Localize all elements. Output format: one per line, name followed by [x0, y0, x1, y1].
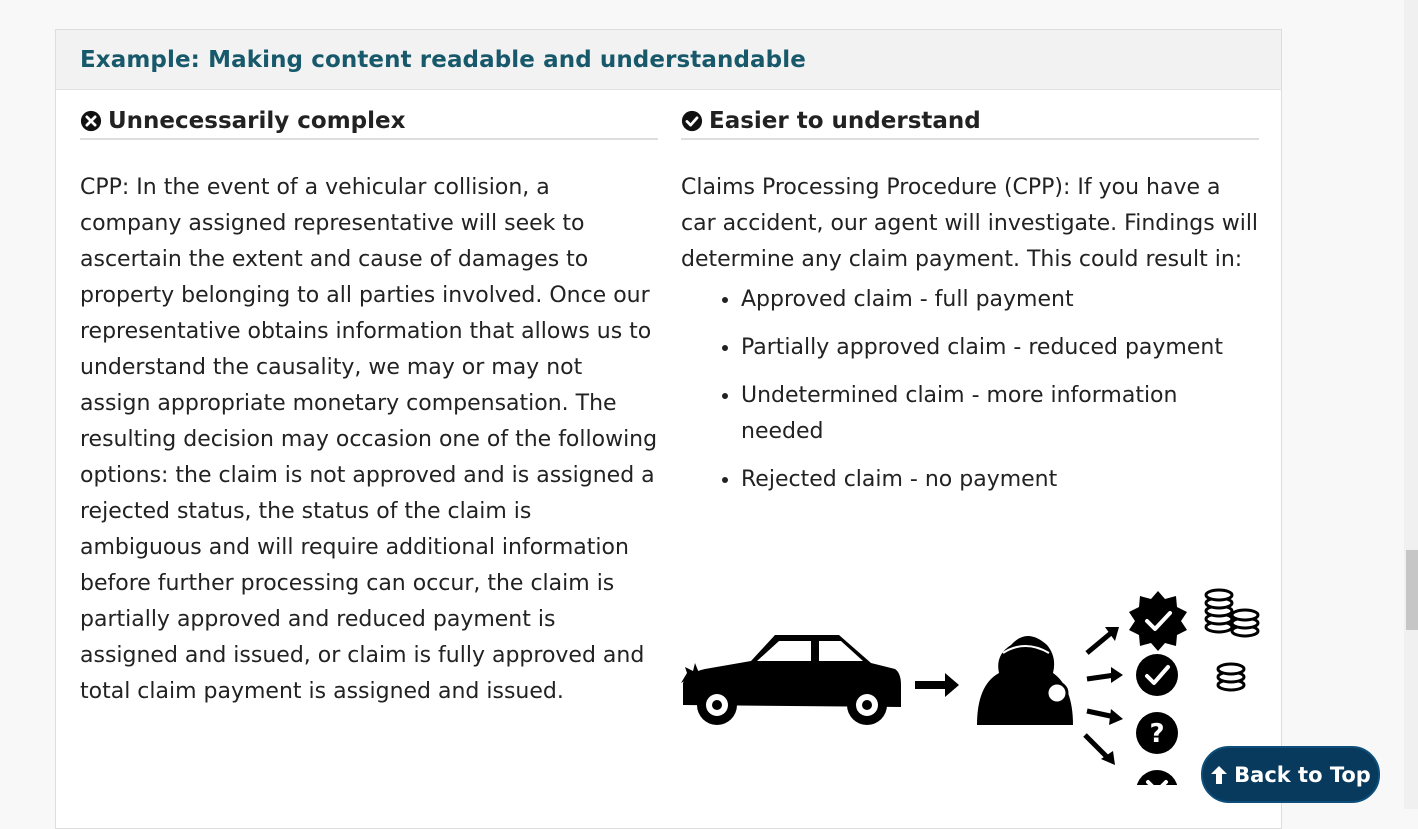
branch-arrows — [1083, 627, 1123, 765]
check-circle-icon — [681, 110, 703, 132]
example-panel: Example: Making content readable and und… — [55, 29, 1282, 829]
back-to-top-button[interactable]: Back to Top — [1201, 746, 1380, 803]
arrow-up-icon — [1211, 765, 1228, 784]
easier-paragraph: Claims Processing Procedure (CPP): If yo… — [681, 175, 1259, 272]
complex-title: Unnecessarily complex — [108, 108, 406, 134]
list-item: Undetermined claim - more information ne… — [741, 378, 1259, 450]
complex-paragraph: CPP: In the event of a vehicular collisi… — [80, 175, 658, 704]
coins-stack-icon — [1204, 588, 1260, 692]
list-item: Rejected claim - no payment — [741, 462, 1259, 498]
complex-heading: Unnecessarily complex — [80, 106, 658, 140]
list-item: Approved claim - full payment — [741, 282, 1259, 318]
back-to-top-label: Back to Top — [1234, 762, 1371, 787]
x-circle-icon — [80, 110, 102, 132]
scrollbar-track[interactable] — [1404, 0, 1418, 809]
car-icon — [681, 635, 901, 725]
check-circle-icon — [1136, 654, 1178, 696]
question-circle-icon: ? — [1136, 712, 1178, 754]
x-circle-icon — [1136, 770, 1178, 785]
list-item: Partially approved claim - reduced payme… — [741, 330, 1259, 366]
arrow-right-icon — [915, 673, 959, 697]
svg-text:?: ? — [1149, 719, 1164, 749]
scrollbar-thumb[interactable] — [1406, 550, 1418, 630]
claims-process-illustration: ? — [681, 588, 1260, 785]
easier-column: Easier to understand Claims Processing P… — [681, 106, 1259, 510]
panel-header: Example: Making content readable and und… — [56, 30, 1281, 90]
easier-heading: Easier to understand — [681, 106, 1259, 140]
complex-column: Unnecessarily complex CPP: In the event … — [80, 106, 658, 710]
easier-title: Easier to understand — [709, 108, 981, 134]
detective-icon — [977, 636, 1073, 725]
outcome-list: Approved claim - full payment Partially … — [681, 282, 1259, 498]
panel-title: Example: Making content readable and und… — [80, 46, 806, 73]
verified-badge-icon — [1129, 591, 1187, 651]
